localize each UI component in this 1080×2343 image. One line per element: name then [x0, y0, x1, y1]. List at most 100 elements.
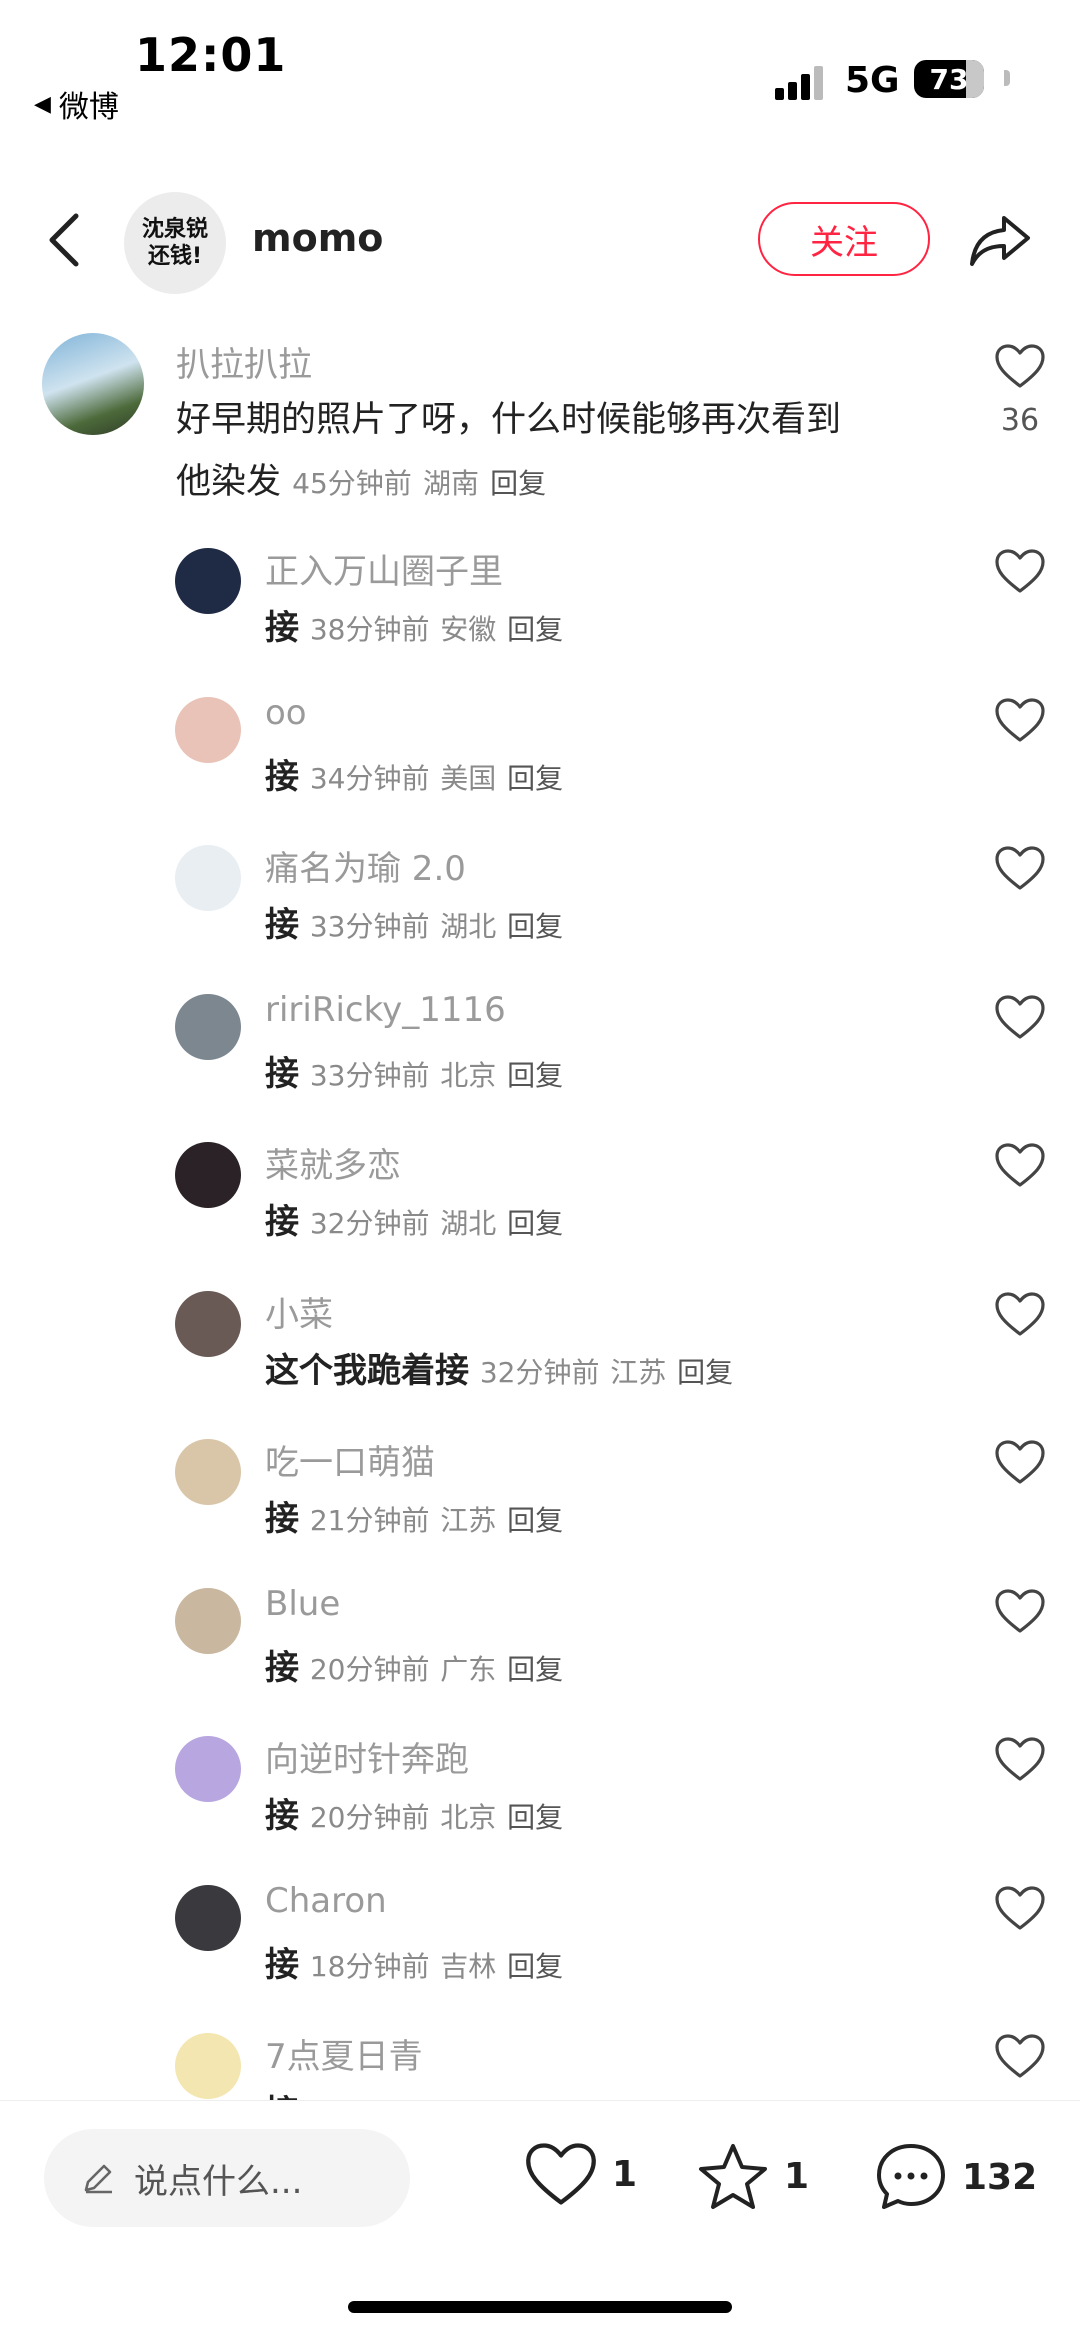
reply-body: 接 33分钟前 北京 回复 [265, 1046, 563, 1095]
reply-like-button[interactable] [990, 994, 1050, 1044]
reply-like-button[interactable] [990, 1291, 1050, 1341]
heart-icon [994, 1143, 1046, 1192]
reply-button[interactable]: 回复 [507, 613, 563, 646]
main-comment: 扒拉扒拉 好早期的照片了呀，什么时候能够再次看到 他染发 45分钟前 湖南 回复… [0, 325, 1080, 525]
reply-avatar[interactable] [175, 548, 241, 614]
reply-like-button[interactable] [990, 845, 1050, 895]
comment-author[interactable]: 扒拉扒拉 [176, 337, 312, 386]
reply-avatar[interactable] [175, 1439, 241, 1505]
reply-location: 美国 [440, 761, 497, 795]
reply-author[interactable]: 7点夏日青 [265, 2029, 423, 2078]
reply-time: 32分钟前 [309, 1207, 430, 1240]
reply-like-button[interactable] [990, 697, 1050, 747]
reply-item: 7点夏日青接 [0, 2015, 1080, 2100]
reply-like-button[interactable] [990, 1439, 1050, 1489]
reply-text: 接 [265, 1796, 299, 1836]
reply-text: 接 [265, 2093, 299, 2100]
reply-button[interactable]: 回复 [507, 1950, 563, 1983]
pencil-icon [84, 2164, 112, 2194]
reply-body: 这个我跪着接 32分钟前 江苏 回复 [265, 1343, 733, 1392]
reply-text: 接 [265, 1499, 299, 1539]
reply-body: 接 21分钟前 江苏 回复 [265, 1491, 563, 1540]
reply-author[interactable]: 向逆时针奔跑 [265, 1732, 469, 1781]
reply-author[interactable]: 菜就多恋 [265, 1138, 401, 1187]
reply-avatar[interactable] [175, 696, 241, 763]
status-time: 12:01 [135, 28, 287, 82]
reply-text: 接 [265, 905, 299, 945]
reply-author[interactable]: 小菜 [265, 1287, 333, 1336]
reply-button[interactable]: 回复 [507, 1059, 563, 1092]
reply-time: 33分钟前 [309, 910, 430, 943]
reply-button[interactable]: 回复 [507, 762, 563, 795]
author-avatar[interactable]: 沈泉锐 还钱! [124, 192, 226, 294]
reply-time: 33分钟前 [309, 1058, 430, 1092]
reply-text: 接 [265, 1944, 299, 1985]
reply-like-button[interactable] [990, 1736, 1050, 1786]
reply-avatar[interactable] [175, 1884, 241, 1951]
reply-avatar[interactable] [175, 2033, 241, 2099]
battery-icon: 73 [914, 60, 1010, 98]
reply-avatar[interactable] [175, 1142, 241, 1208]
reply-button[interactable]: 回复 [507, 910, 563, 943]
reply-like-button[interactable] [990, 1885, 1050, 1935]
reply-button[interactable]: 回复 [507, 1207, 563, 1240]
reply-avatar[interactable] [175, 845, 241, 911]
reply-time: 38分钟前 [309, 613, 430, 646]
reply-author[interactable]: 正入万山圈子里 [265, 544, 503, 593]
reply-avatar[interactable] [175, 1587, 241, 1654]
comment-button[interactable]: 132 [874, 2141, 1037, 2213]
reply-body: 接 34分钟前 美国 回复 [265, 749, 563, 798]
favorite-count: 1 [784, 2155, 810, 2197]
comment-list[interactable]: 扒拉扒拉 好早期的照片了呀，什么时候能够再次看到 他染发 45分钟前 湖南 回复… [0, 325, 1080, 2100]
reply-author[interactable]: Charon [265, 1881, 387, 1921]
comment-input[interactable]: 说点什么... [44, 2129, 410, 2227]
back-to-app-link[interactable]: ◀ 微博 [34, 82, 119, 126]
comment-count: 132 [962, 2156, 1038, 2198]
follow-button[interactable]: 关注 [758, 202, 930, 276]
reply-item: ririRicky_1116 接 33分钟前 北京 回复 [0, 976, 1080, 1124]
heart-icon [994, 1588, 1046, 1638]
like-button[interactable]: 1 [524, 2141, 637, 2207]
reply-button[interactable]: 回复 [677, 1356, 733, 1389]
reply-text: 接 [265, 1053, 299, 1094]
reply-button[interactable]: 回复 [507, 1653, 563, 1686]
status-bar: 12:01 ◀ 微博 5G 73 [0, 0, 1080, 150]
reply-time: 21分钟前 [309, 1504, 430, 1537]
reply-body: 接 20分钟前 广东 回复 [265, 1640, 563, 1689]
heart-icon [994, 697, 1046, 747]
reply-text: 接 [265, 608, 299, 648]
reply-avatar[interactable] [175, 993, 241, 1060]
reply-like-button[interactable] [990, 548, 1050, 598]
reply-author[interactable]: oo [265, 693, 307, 733]
reply-avatar[interactable] [175, 1290, 241, 1357]
share-icon[interactable] [968, 210, 1032, 270]
reply-avatar[interactable] [175, 1736, 241, 1802]
reply-button[interactable]: 回复 [507, 1504, 563, 1537]
back-arrow-icon[interactable] [40, 210, 90, 270]
reply-like-button[interactable] [990, 1142, 1050, 1192]
reply-item: 痛名为瑜 2.0 接 33分钟前 湖北 回复 [0, 827, 1080, 975]
reply-like-button[interactable] [990, 2033, 1050, 2083]
reply-time: 18分钟前 [309, 1949, 430, 1983]
reply-like-button[interactable] [990, 1588, 1050, 1638]
home-indicator[interactable] [348, 2301, 732, 2313]
reply-author[interactable]: 痛名为瑜 2.0 [265, 841, 466, 890]
commenter-avatar[interactable] [42, 333, 144, 435]
reply-text: 接 [265, 756, 299, 797]
reply-author[interactable]: Blue [265, 1584, 340, 1624]
reply-author[interactable]: ririRicky_1116 [265, 990, 506, 1030]
reply-time: 34分钟前 [309, 761, 430, 795]
reply-button[interactable]: 回复 [490, 467, 546, 500]
comment-text-line2-text: 他染发 [176, 462, 282, 502]
comment-like-button[interactable]: 36 [990, 343, 1050, 438]
reply-location: 江苏 [440, 1504, 497, 1537]
author-name[interactable]: momo [252, 216, 383, 260]
reply-time: 32分钟前 [479, 1355, 600, 1389]
favorite-button[interactable]: 1 [696, 2141, 809, 2211]
reply-body: 接 18分钟前 吉林 回复 [265, 1937, 563, 1986]
reply-author[interactable]: 吃一口萌猫 [265, 1435, 435, 1484]
reply-text: 接 [265, 1647, 299, 1688]
reply-body: 接 [265, 2085, 299, 2100]
reply-item: Charon 接 18分钟前 吉林 回复 [0, 1867, 1080, 2015]
reply-button[interactable]: 回复 [507, 1801, 563, 1834]
